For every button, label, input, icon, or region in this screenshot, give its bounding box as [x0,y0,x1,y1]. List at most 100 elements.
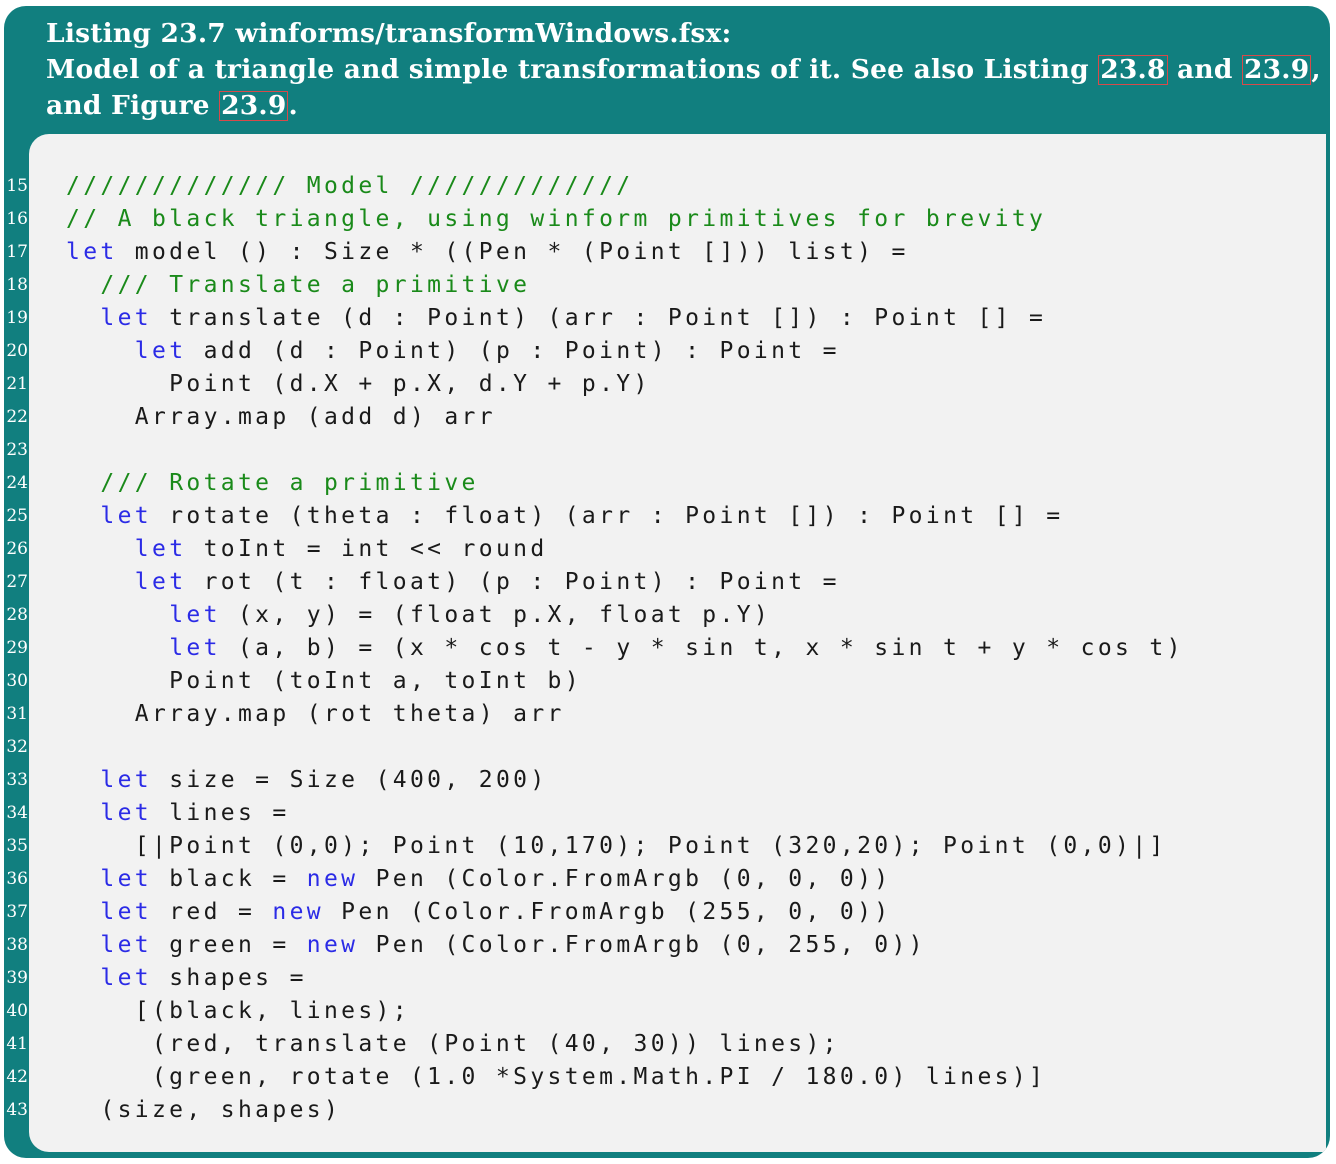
keyword-token: let [100,767,152,794]
code-token: shapes = [152,965,307,992]
line-number: 33 [6,770,28,791]
code-token: Point (toInt a, toInt b) [66,668,582,695]
line-number: 17 [6,242,28,263]
code-area: 15 ///////////// Model ///////////// 16 // … [6,134,1326,1152]
line-number: 43 [6,1100,28,1121]
code-line: 26 let toInt = int << round [6,533,1326,566]
keyword-token: let [169,602,221,629]
listing-ref-link[interactable]: 23.9 [1242,55,1312,85]
line-number: 26 [6,539,28,560]
code-text: let size = Size (400, 200) [66,764,548,797]
caption-text: and [1167,54,1242,85]
line-number: 23 [6,440,28,461]
caption-line-3: and Figure 23.9. [46,88,1316,124]
code-token: [|Point (0,0); Point (10,170); Point (32… [66,833,1167,860]
keyword-token: let [66,239,118,266]
caption-text: and Figure [46,90,220,121]
listing-box: Listing 23.7 winforms/transformWindows.f… [4,6,1330,1158]
code-token: rot (t : float) (p : Point) : Point = [186,569,840,596]
line-number: 34 [6,803,28,824]
code-token: red = [152,899,273,926]
code-line: 36 let black = new Pen (Color.FromArgb (… [6,863,1326,896]
line-number: 16 [6,209,28,230]
keyword-token: let [134,536,187,563]
code-line: 40 [(black, lines); [6,995,1326,1028]
keyword-token: let [100,305,152,332]
code-line: 32 [6,731,1326,764]
keyword-token: let [100,800,152,827]
code-line: 34 let lines = [6,797,1326,830]
keyword-token: let [100,965,152,992]
line-number: 38 [6,935,28,956]
code-text: (size, shapes) [66,1094,341,1127]
code-line: 16 // A black triangle, using winform pri… [6,203,1326,236]
keyword-token: let [134,338,187,365]
code-line: 25 let rotate (theta : float) (arr : Poi… [6,500,1326,533]
caption-line-2: Model of a triangle and simple transform… [46,52,1321,88]
code-token: translate (d : Point) (arr : Point []) :… [152,305,1047,332]
code-text: Point (toInt a, toInt b) [66,665,582,698]
listing-ref-link[interactable]: 23.8 [1098,55,1168,85]
keyword-token: new [306,932,359,959]
code-line: 42 (green, rotate (1.0 *System.Math.PI /… [6,1061,1326,1094]
code-text: let rot (t : float) (p : Point) : Point … [66,566,840,599]
code-token: (x, y) = (float p.X, float p.Y) [220,602,772,629]
code-token: (red, translate (Point (40, 30)) lines); [66,1031,840,1058]
code-line: 20 let add (d : Point) (p : Point) : Poi… [6,335,1326,368]
line-number: 37 [6,902,28,923]
keyword-token: let [100,932,152,959]
code-text: let model () : Size * ((Pen * (Point [])… [66,236,909,269]
code-text: let red = new Pen (Color.FromArgb (255, … [66,896,892,929]
code-line: 24 /// Rotate a primitive [6,467,1326,500]
code-token: [(black, lines); [66,998,410,1025]
code-token: (size, shapes) [66,1097,342,1124]
figure-ref-link[interactable]: 23.9 [219,91,289,121]
caption-text: , [1311,54,1321,85]
code-text: let black = new Pen (Color.FromArgb (0, … [66,863,892,896]
code-token: Array.map (add d) arr [66,404,496,431]
code-text: let translate (d : Point) (arr : Point [… [66,302,1046,335]
code-text: Array.map (rot theta) arr [66,698,565,731]
code-token: add (d : Point) (p : Point) : Point = [186,338,840,365]
code-token: (green, rotate (1.0 *System.Math.PI / 18… [66,1064,1047,1091]
keyword-token: new [272,899,324,926]
line-number: 20 [6,341,28,362]
code-line: 27 let rot (t : float) (p : Point) : Poi… [6,566,1326,599]
line-number: 25 [6,506,28,527]
code-line: 17 let model () : Size * ((Pen * (Point [… [6,236,1326,269]
code-line: 35 [|Point (0,0); Point (10,170); Point … [6,830,1326,863]
code-text: (green, rotate (1.0 *System.Math.PI / 18… [66,1061,1046,1094]
code-line: 15 ///////////// Model ///////////// [6,170,1326,203]
code-text: (red, translate (Point (40, 30)) lines); [66,1028,840,1061]
code-line: 29 let (a, b) = (x * cos t - y * sin t, … [6,632,1326,665]
code-text: // A black triangle, using winform primi… [66,203,1046,236]
code-text: let (x, y) = (float p.X, float p.Y) [66,599,771,632]
listing-caption: Listing 23.7 winforms/transformWindows.f… [46,16,1321,124]
code-text: let toInt = int << round [66,533,548,566]
code-line: 28 let (x, y) = (float p.X, float p.Y) [6,599,1326,632]
code-line: 21 Point (d.X + p.X, d.Y + p.Y) [6,368,1326,401]
code-text: let shapes = [66,962,307,995]
line-number: 42 [6,1067,28,1088]
code-text: let lines = [66,797,290,830]
code-line: 33 let size = Size (400, 200) [6,764,1326,797]
code-token: rotate (theta : float) (arr : Point []) … [152,503,1064,530]
keyword-token: let [169,635,221,662]
line-number: 30 [6,671,28,692]
code-text: /// Rotate a primitive [66,467,479,500]
code-text: Point (d.X + p.X, d.Y + p.Y) [66,368,651,401]
line-number: 27 [6,572,28,593]
code-line: 39 let shapes = [6,962,1326,995]
code-text: Array.map (add d) arr [66,401,496,434]
